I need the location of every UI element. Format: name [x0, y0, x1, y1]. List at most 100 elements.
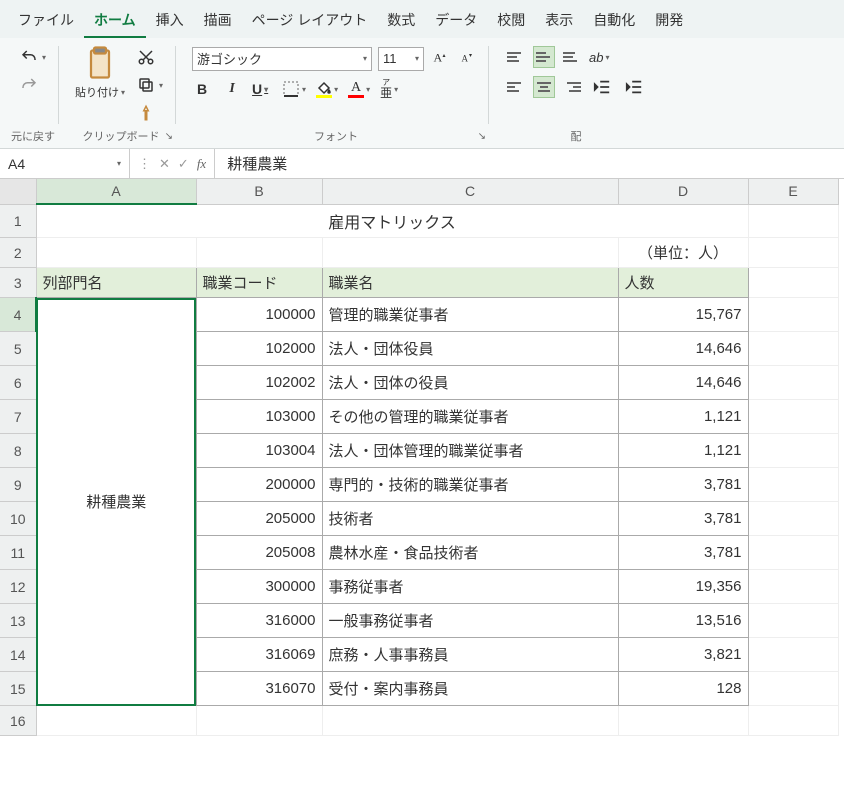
cell[interactable] — [322, 706, 618, 736]
font-color-button[interactable]: A ▾ — [348, 81, 370, 98]
format-painter-button[interactable] — [133, 102, 167, 124]
row-header[interactable]: 2 — [0, 238, 36, 268]
cell-count[interactable]: 3,781 — [618, 468, 748, 502]
cell[interactable] — [748, 468, 838, 502]
cell[interactable] — [748, 268, 838, 298]
name-box[interactable]: A4 ▾ — [0, 149, 130, 178]
menu-file[interactable]: ファイル — [8, 4, 84, 38]
phonetic-button[interactable]: ア亜 ▾ — [380, 79, 398, 99]
accept-formula-button[interactable]: ✓ — [178, 156, 189, 172]
cell[interactable] — [748, 366, 838, 400]
formula-options-icon[interactable]: ⋮ — [138, 156, 151, 172]
cell-code[interactable]: 205008 — [196, 536, 322, 570]
cell-occupation[interactable]: 専門的・技術的職業従事者 — [322, 468, 618, 502]
chevron-down-icon[interactable]: ▾ — [159, 81, 163, 90]
cell[interactable] — [748, 238, 838, 268]
menu-data[interactable]: データ — [425, 4, 487, 38]
chevron-down-icon[interactable]: ▾ — [606, 53, 610, 62]
chevron-down-icon[interactable]: ▾ — [42, 53, 46, 62]
cell-code[interactable]: 316069 — [196, 638, 322, 672]
cell-code[interactable]: 205000 — [196, 502, 322, 536]
orientation-button[interactable]: ab ▾ — [589, 50, 609, 65]
align-left-button[interactable] — [505, 76, 527, 98]
cell-code[interactable]: 100000 — [196, 298, 322, 332]
cell-count[interactable]: 3,821 — [618, 638, 748, 672]
chevron-down-icon[interactable]: ▾ — [394, 85, 398, 94]
borders-button[interactable]: ▾ — [282, 80, 306, 98]
cell-occupation[interactable]: 法人・団体管理的職業従事者 — [322, 434, 618, 468]
paste-button[interactable]: 貼り付け▾ — [75, 46, 125, 100]
cell[interactable] — [748, 570, 838, 604]
cell[interactable] — [748, 638, 838, 672]
row-header[interactable]: 13 — [0, 604, 36, 638]
col-header-c[interactable]: C — [322, 179, 618, 204]
bold-button[interactable]: B — [192, 81, 212, 97]
cell-code[interactable]: 316070 — [196, 672, 322, 706]
row-header[interactable]: 6 — [0, 366, 36, 400]
cell-occupation[interactable]: 技術者 — [322, 502, 618, 536]
cell-occupation[interactable]: 農林水産・食品技術者 — [322, 536, 618, 570]
align-right-button[interactable] — [561, 76, 583, 98]
cell-count[interactable]: 1,121 — [618, 400, 748, 434]
cell-code[interactable]: 300000 — [196, 570, 322, 604]
row-header[interactable]: 7 — [0, 400, 36, 434]
col-header-d[interactable]: D — [618, 179, 748, 204]
menu-review[interactable]: 校閲 — [487, 4, 535, 38]
cell-merged-sector[interactable]: 耕種農業 — [36, 298, 196, 706]
cut-button[interactable] — [133, 46, 167, 68]
menu-automate[interactable]: 自動化 — [583, 4, 645, 38]
increase-indent-button[interactable] — [621, 76, 647, 98]
chevron-down-icon[interactable]: ▾ — [264, 85, 268, 94]
cell-occupation[interactable]: 法人・団体の役員 — [322, 366, 618, 400]
cell[interactable] — [748, 672, 838, 706]
align-bottom-button[interactable] — [561, 46, 583, 68]
row-header[interactable]: 4 — [0, 298, 36, 332]
cell-occupation[interactable]: 事務従事者 — [322, 570, 618, 604]
cell-code[interactable]: 103000 — [196, 400, 322, 434]
decrease-indent-button[interactable] — [589, 76, 615, 98]
cell-title[interactable]: 雇用マトリックス — [36, 204, 748, 238]
cell-count[interactable]: 128 — [618, 672, 748, 706]
row-header[interactable]: 1 — [0, 204, 36, 238]
cell[interactable] — [748, 706, 838, 736]
cancel-formula-button[interactable]: ✕ — [159, 156, 170, 172]
cell[interactable] — [748, 502, 838, 536]
row-header[interactable]: 16 — [0, 706, 36, 736]
cell-count[interactable]: 3,781 — [618, 502, 748, 536]
font-dialog-launcher[interactable]: ↘ — [478, 131, 486, 142]
align-top-button[interactable] — [505, 46, 527, 68]
cell-occupation[interactable]: 受付・案内事務員 — [322, 672, 618, 706]
col-header-e[interactable]: E — [748, 179, 838, 204]
col-header-a[interactable]: A — [36, 179, 196, 204]
menu-pagelayout[interactable]: ページ レイアウト — [242, 4, 378, 38]
row-header[interactable]: 14 — [0, 638, 36, 672]
cell[interactable] — [322, 238, 618, 268]
cell[interactable] — [36, 238, 196, 268]
cell-count[interactable]: 3,781 — [618, 536, 748, 570]
cell-code[interactable]: 102000 — [196, 332, 322, 366]
decrease-font-button[interactable]: A▾ — [458, 46, 480, 71]
cell[interactable] — [748, 604, 838, 638]
cell-header-d[interactable]: 人数 — [618, 268, 748, 298]
align-center-button[interactable] — [533, 76, 555, 98]
cell[interactable] — [618, 706, 748, 736]
row-header[interactable]: 9 — [0, 468, 36, 502]
cell-count[interactable]: 14,646 — [618, 332, 748, 366]
cell[interactable] — [748, 298, 838, 332]
row-header[interactable]: 10 — [0, 502, 36, 536]
cell[interactable] — [748, 400, 838, 434]
cell-count[interactable]: 19,356 — [618, 570, 748, 604]
cell-occupation[interactable]: その他の管理的職業従事者 — [322, 400, 618, 434]
col-header-b[interactable]: B — [196, 179, 322, 204]
font-size-select[interactable]: 11 ▾ — [378, 47, 424, 71]
cell[interactable] — [748, 204, 838, 238]
cell-code[interactable]: 102002 — [196, 366, 322, 400]
chevron-down-icon[interactable]: ▾ — [366, 85, 370, 94]
cell[interactable] — [748, 332, 838, 366]
row-header[interactable]: 12 — [0, 570, 36, 604]
cell-code[interactable]: 316000 — [196, 604, 322, 638]
chevron-down-icon[interactable]: ▾ — [334, 85, 338, 94]
cell-code[interactable]: 200000 — [196, 468, 322, 502]
cell-occupation[interactable]: 庶務・人事事務員 — [322, 638, 618, 672]
select-all-corner[interactable] — [0, 179, 36, 204]
